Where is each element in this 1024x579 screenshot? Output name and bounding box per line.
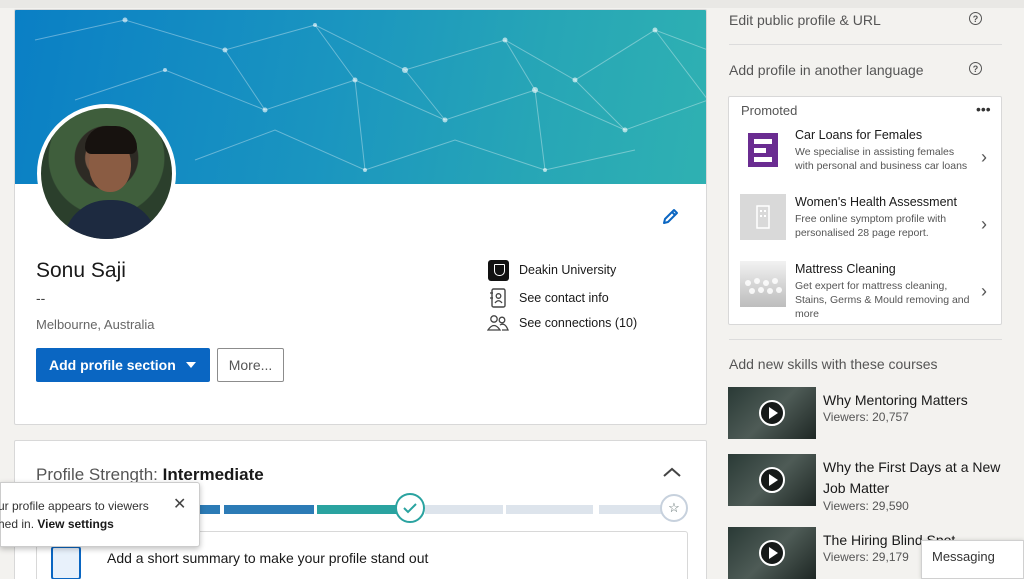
courses-title: Add new skills with these courses [729,356,938,372]
caret-down-icon [186,362,196,368]
strength-segment-6 [596,505,662,514]
profile-doc-icon [51,546,81,579]
ad-description: We specialise in assisting females with … [795,146,968,172]
course-title: Why Mentoring Matters [823,392,968,408]
view-settings-link[interactable]: View settings [37,517,113,531]
add-profile-section-button[interactable]: Add profile section [36,348,210,382]
edit-pencil-icon[interactable] [661,206,685,230]
course-viewers: Viewers: 29,590 [823,499,909,513]
help-icon[interactable]: ? [969,12,982,25]
course-thumbnail[interactable] [728,387,816,439]
visibility-toast: ur profile appears to viewers hed in. Vi… [0,482,200,547]
education-link[interactable]: Deakin University [487,259,616,281]
toast-line-2: hed in. View settings [0,517,114,531]
ad-item[interactable]: Women's Health Assessment Free online sy… [740,194,998,254]
more-button[interactable]: More... [217,348,284,382]
chevron-right-icon: › [981,214,987,234]
connections-label: See connections (10) [519,316,638,330]
ad-title: Car Loans for Females [795,128,923,142]
ad-logo-icon [740,127,786,173]
university-logo-icon [487,259,509,281]
contact-info-label: See contact info [519,291,609,305]
add-profile-section-label: Add profile section [49,357,176,373]
course-item[interactable]: Why Mentoring Matters Viewers: 20,757 [728,387,1018,447]
ad-title: Women's Health Assessment [795,195,957,209]
divider [729,339,1002,340]
add-language-link[interactable]: Add profile in another language [729,62,924,78]
strength-segment-3 [317,505,399,514]
strength-segment-4 [425,505,509,514]
strength-segment-2 [224,505,314,514]
summary-prompt-text: Add a short summary to make your profile… [107,550,429,566]
contact-info-link[interactable]: See contact info [487,287,609,309]
connections-link[interactable]: See connections (10) [487,312,637,334]
play-icon [759,467,785,493]
more-options-icon[interactable]: ••• [976,101,991,117]
promoted-label: Promoted [741,103,798,118]
course-viewers: Viewers: 29,179 [823,550,909,564]
messaging-bar[interactable]: Messaging [921,540,1024,579]
building-icon [740,194,786,240]
ad-description: Free online symptom profile with persona… [795,213,947,239]
ad-description: Get expert for mattress cleaning, Stains… [795,280,970,320]
help-icon[interactable]: ? [969,62,982,75]
play-icon [759,540,785,566]
profile-card: Sonu Saji -- Melbourne, Australia Add pr… [14,9,707,425]
close-icon[interactable]: ✕ [173,494,186,514]
ad-item[interactable]: Car Loans for Females We specialise in a… [740,127,998,187]
profile-photo[interactable] [37,104,176,243]
course-item[interactable]: Why the First Days at a New Job Matter V… [728,454,1018,514]
course-thumbnail[interactable] [728,454,816,506]
toast-line-1: ur profile appears to viewers [0,499,149,513]
promoted-panel: Promoted ••• Car Loans for Females We sp… [728,96,1002,325]
play-icon [759,400,785,426]
checkmark-icon [395,493,425,523]
chevron-right-icon: › [981,281,987,301]
star-icon: ☆ [660,494,688,522]
strength-segment-5 [503,505,593,514]
course-title: Why the First Days at a New Job Matter [823,459,1001,496]
chevron-right-icon: › [981,147,987,167]
ad-title: Mattress Cleaning [795,262,896,276]
mattress-image [740,261,786,307]
chevron-up-icon[interactable] [662,465,684,481]
divider [729,44,1002,45]
top-strip [0,0,1024,8]
contact-card-icon [487,287,509,309]
ad-item[interactable]: Mattress Cleaning Get expert for mattres… [740,261,998,321]
profile-name: Sonu Saji [36,259,126,282]
course-thumbnail[interactable] [728,527,816,579]
education-label: Deakin University [519,263,617,277]
edit-public-profile-link[interactable]: Edit public profile & URL [729,12,881,28]
profile-location: Melbourne, Australia [36,317,155,332]
people-icon [487,312,509,334]
profile-headline: -- [36,290,46,306]
course-viewers: Viewers: 20,757 [823,410,909,424]
